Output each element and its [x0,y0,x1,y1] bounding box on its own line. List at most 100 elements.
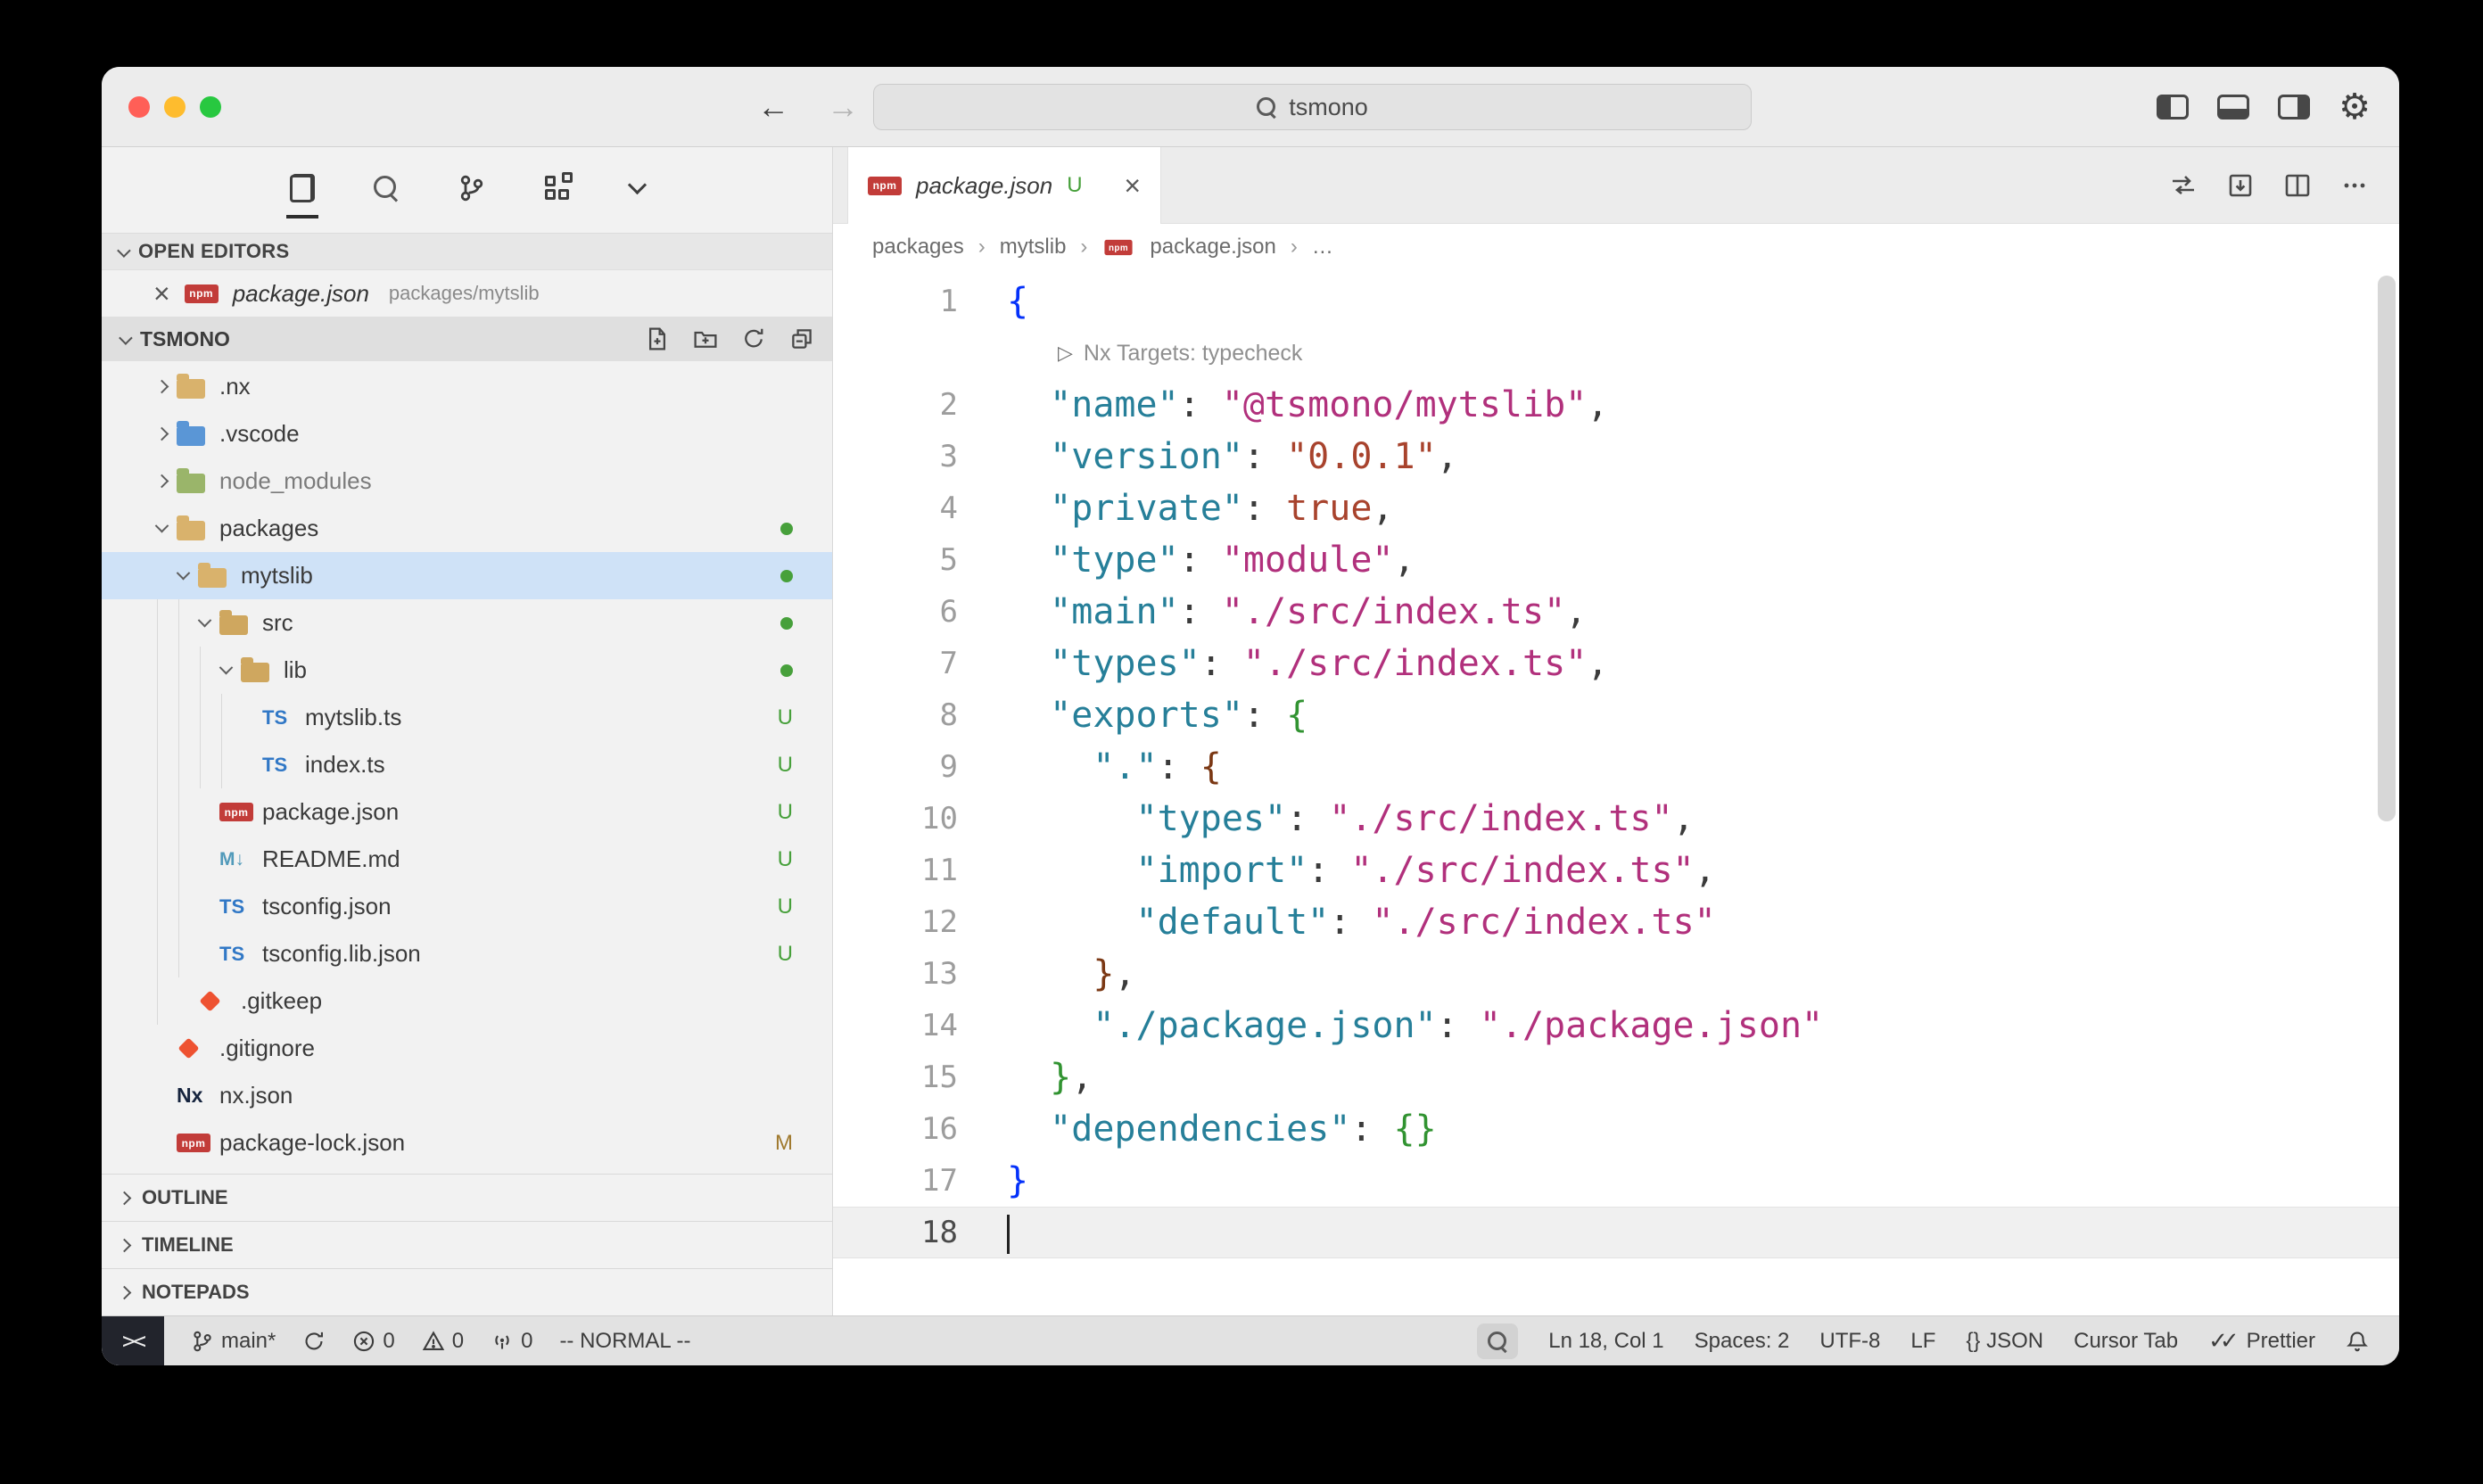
code-line-6[interactable]: 6 "main": "./src/index.ts", [833,586,2399,638]
tree-item-package-json[interactable]: npmpackage.jsonU [102,788,832,836]
cursor-tab-toggle[interactable]: Cursor Tab [2074,1329,2178,1354]
tab-close-icon[interactable]: × [1124,171,1141,200]
indentation-setting[interactable]: Spaces: 2 [1695,1329,1790,1354]
code-line-2[interactable]: 2 "name": "@tsmono/mytslib", [833,379,2399,431]
line-number: 15 [833,1059,958,1095]
zoom-window-button[interactable] [200,96,221,118]
close-window-button[interactable] [128,96,150,118]
source-control-view-button[interactable] [454,161,490,218]
toggle-bottom-panel-button[interactable] [2217,95,2249,120]
find-chip-button[interactable] [1477,1323,1518,1359]
refresh-icon[interactable] [741,326,766,351]
tree-item--nx[interactable]: .nx [102,363,832,410]
code-line-16[interactable]: 16 "dependencies": {} [833,1103,2399,1155]
breadcrumb-item[interactable]: package.json [1150,235,1275,260]
code-line-11[interactable]: 11 "import": "./src/index.ts", [833,845,2399,896]
notepads-section-header[interactable]: NOTEPADS [102,1268,832,1315]
formatter-status[interactable]: ✓✓ Prettier [2208,1327,2315,1355]
markdown-file-icon: M↓ [219,849,244,870]
close-editor-icon[interactable]: × [153,279,170,308]
navigate-back-button[interactable]: ← [757,88,789,126]
code-line-14[interactable]: 14 "./package.json": "./package.json" [833,1000,2399,1051]
code-line-3[interactable]: 3 "version": "0.0.1", [833,431,2399,482]
explorer-section-header[interactable]: TSMONO [102,317,832,361]
npm-file-icon: npm [219,803,253,821]
eol-setting[interactable]: LF [1910,1329,1935,1354]
tree-item-index-ts[interactable]: TSindex.tsU [102,741,832,788]
tree-item-nx-json[interactable]: Nxnx.json [102,1072,832,1119]
code-line-13[interactable]: 13 }, [833,948,2399,1000]
tree-item-packages[interactable]: packages [102,505,832,552]
language-mode[interactable]: {} JSON [1966,1329,2043,1354]
tree-item-mytslib[interactable]: mytslib [102,552,832,599]
more-views-button[interactable] [627,161,648,218]
navigate-forward-button[interactable]: → [827,88,859,126]
tab-package-json[interactable]: npm package.json U × [847,147,1161,224]
code-line-15[interactable]: 15 }, [833,1051,2399,1103]
encoding-setting[interactable]: UTF-8 [1819,1329,1880,1354]
code-line-4[interactable]: 4 "private": true, [833,482,2399,534]
compare-changes-icon[interactable] [2169,171,2198,200]
code-token: : [1179,540,1222,581]
cursor-position[interactable]: Ln 18, Col 1 [1548,1329,1663,1354]
remote-indicator-button[interactable]: >< [102,1316,164,1365]
tree-item-label: lib [284,656,307,684]
untracked-badge: U [778,705,793,730]
timeline-section-header[interactable]: TIMELINE [102,1221,832,1268]
tree-item-mytslib-ts[interactable]: TSmytslib.tsU [102,694,832,741]
search-view-button[interactable] [370,161,402,218]
tree-item-tsconfig-json[interactable]: TStsconfig.jsonU [102,883,832,930]
breadcrumb-item[interactable]: packages [872,235,964,260]
explorer-view-button[interactable] [286,161,318,218]
breadcrumb-item[interactable]: mytslib [1000,235,1067,260]
tree-item-node-modules[interactable]: node_modules [102,458,832,505]
editor-scrollbar[interactable] [2378,276,2396,821]
collapse-all-icon[interactable] [789,326,814,351]
more-actions-icon[interactable] [2340,171,2369,200]
code-line-10[interactable]: 10 "types": "./src/index.ts", [833,793,2399,845]
new-file-icon[interactable] [645,326,670,351]
code-line-7[interactable]: 7 "types": "./src/index.ts", [833,638,2399,689]
code-line-18[interactable]: 18 [833,1207,2399,1258]
code-line-8[interactable]: 8 "exports": { [833,689,2399,741]
code-token: : [1243,436,1286,477]
tree-item--gitkeep[interactable]: .gitkeep [102,977,832,1025]
tree-item-lib[interactable]: lib [102,647,832,694]
broadcast-indicator[interactable]: 0 [491,1329,532,1354]
sidebar: OPEN EDITORS × npm package.json packages… [102,147,833,1315]
tree-item-tsconfig-lib-json[interactable]: TStsconfig.lib.jsonU [102,930,832,977]
open-editors-header[interactable]: OPEN EDITORS [102,233,832,270]
tree-item--gitignore[interactable]: .gitignore [102,1025,832,1072]
outline-section-header[interactable]: OUTLINE [102,1174,832,1221]
code-line-9[interactable]: 9 ".": { [833,741,2399,793]
extensions-view-button[interactable] [541,161,575,218]
toggle-left-panel-button[interactable] [2157,95,2189,120]
notifications-button[interactable] [2346,1330,2369,1353]
open-editor-item[interactable]: × npm package.json packages/mytslib U [102,270,832,317]
tree-item-src[interactable]: src [102,599,832,647]
vim-mode-indicator[interactable]: -- NORMAL -- [559,1329,690,1354]
tree-item-label: packages [219,515,318,542]
open-changes-icon[interactable] [2226,171,2255,200]
split-editor-icon[interactable] [2283,171,2312,200]
settings-gear-button[interactable]: ⚙ [2339,89,2371,125]
problems-errors[interactable]: 0 [352,1329,394,1354]
branch-indicator[interactable]: main* [191,1329,276,1354]
code-line-1[interactable]: 1{ [833,276,2399,327]
code-editor[interactable]: 1{▷Nx Targets: typecheck2 "name": "@tsmo… [833,270,2399,1315]
code-line-17[interactable]: 17} [833,1155,2399,1207]
tree-item-package-lock-json[interactable]: npmpackage-lock.jsonM [102,1119,832,1167]
tree-item-readme-md[interactable]: M↓README.mdU [102,836,832,883]
sync-changes-button[interactable] [302,1330,326,1353]
codelens[interactable]: ▷Nx Targets: typecheck [833,327,2399,379]
breadcrumb-item[interactable]: … [1312,235,1333,260]
toggle-right-panel-button[interactable] [2278,95,2310,120]
tree-item--vscode[interactable]: .vscode [102,410,832,458]
minimize-window-button[interactable] [164,96,186,118]
problems-warnings[interactable]: 0 [422,1329,464,1354]
code-line-12[interactable]: 12 "default": "./src/index.ts" [833,896,2399,948]
new-folder-icon[interactable] [693,326,718,351]
command-center-search[interactable]: tsmono [873,84,1752,130]
code-line-5[interactable]: 5 "type": "module", [833,534,2399,586]
chevron-right-icon [118,1285,132,1299]
